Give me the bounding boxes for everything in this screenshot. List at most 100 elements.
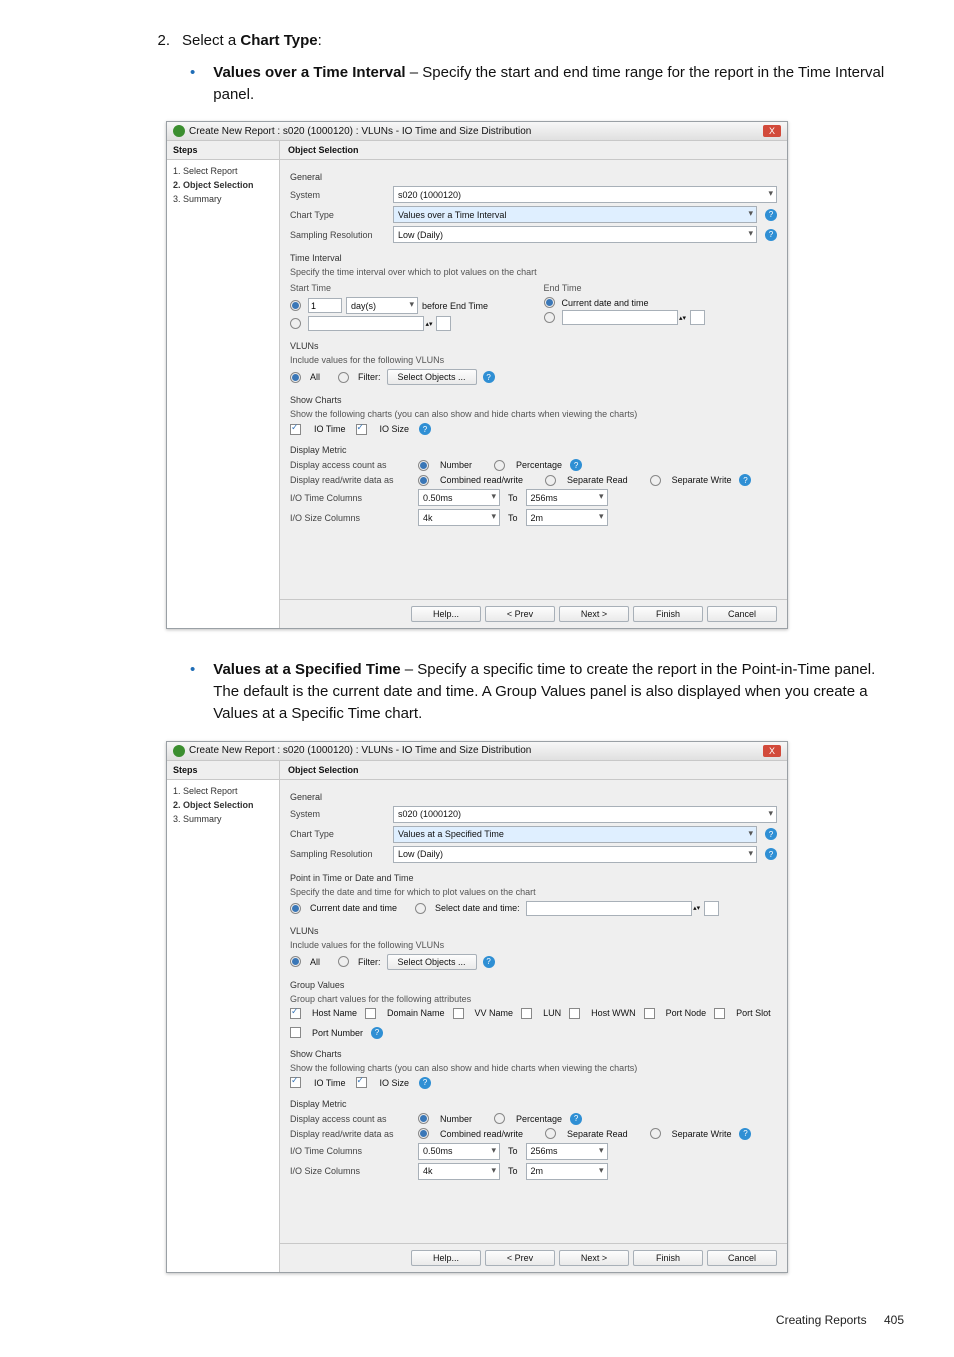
sep-write-radio[interactable]	[650, 475, 661, 486]
help-icon[interactable]: ?	[570, 459, 582, 471]
vluns-filter-radio[interactable]	[338, 956, 349, 967]
sampling-select[interactable]: Low (Daily)	[393, 846, 757, 863]
finish-button[interactable]: Finish	[633, 1250, 703, 1266]
io-time-to-select[interactable]: 256ms	[526, 1143, 608, 1160]
prev-button[interactable]: < Prev	[485, 606, 555, 622]
io-size-to-select[interactable]: 2m	[526, 509, 608, 526]
sep-read-radio[interactable]	[545, 1128, 556, 1139]
sampling-select[interactable]: Low (Daily)	[393, 226, 757, 243]
help-icon[interactable]: ?	[483, 956, 495, 968]
step-number: 2.	[150, 32, 170, 49]
calendar-icon[interactable]	[704, 901, 719, 916]
step-2[interactable]: 2. Object Selection	[173, 178, 273, 192]
combined-radio[interactable]	[418, 475, 429, 486]
percentage-radio[interactable]	[494, 1113, 505, 1124]
combined-radio[interactable]	[418, 1128, 429, 1139]
vluns-all-radio[interactable]	[290, 372, 301, 383]
percentage-radio[interactable]	[494, 460, 505, 471]
pit-select-radio[interactable]	[415, 903, 426, 914]
help-icon[interactable]: ?	[765, 229, 777, 241]
calendar-icon[interactable]	[690, 310, 705, 325]
step-1[interactable]: 1. Select Report	[173, 164, 273, 178]
chart-type-select[interactable]: Values over a Time Interval	[393, 206, 757, 223]
help-icon[interactable]: ?	[570, 1113, 582, 1125]
io-size-to-select[interactable]: 2m	[526, 1163, 608, 1180]
end-date-input[interactable]	[562, 310, 678, 325]
chart-type-select[interactable]: Values at a Specified Time	[393, 826, 757, 843]
vluns-all-radio[interactable]	[290, 956, 301, 967]
vluns-all-label: All	[310, 372, 320, 382]
help-icon[interactable]: ?	[419, 423, 431, 435]
access-count-label: Display access count as	[290, 1114, 410, 1124]
window-controls[interactable]: X	[763, 125, 781, 137]
help-icon[interactable]: ?	[765, 209, 777, 221]
calendar-icon[interactable]	[436, 316, 451, 331]
end-absolute-radio[interactable]	[544, 312, 555, 323]
footer-text: Creating Reports	[776, 1313, 867, 1327]
pit-current-radio[interactable]	[290, 903, 301, 914]
show-charts-desc: Show the following charts (you can also …	[290, 409, 777, 419]
step-3[interactable]: 3. Summary	[173, 812, 273, 826]
system-select[interactable]: s020 (1000120)	[393, 186, 777, 203]
window-controls[interactable]: X	[763, 745, 781, 757]
pit-date-input[interactable]	[526, 901, 692, 916]
end-current-radio[interactable]	[544, 297, 555, 308]
vluns-filter-radio[interactable]	[338, 372, 349, 383]
io-size-from-select[interactable]: 4k	[418, 1163, 500, 1180]
to-label: To	[508, 1146, 518, 1156]
io-size-check[interactable]	[356, 424, 367, 435]
select-objects-button[interactable]: Select Objects ...	[387, 954, 477, 970]
port-node-check[interactable]	[644, 1008, 655, 1019]
start-value-input[interactable]	[308, 298, 342, 313]
io-time-to-select[interactable]: 256ms	[526, 489, 608, 506]
finish-button[interactable]: Finish	[633, 606, 703, 622]
start-absolute-radio[interactable]	[290, 318, 301, 329]
step-1[interactable]: 1. Select Report	[173, 784, 273, 798]
domain-name-check[interactable]	[365, 1008, 376, 1019]
help-icon[interactable]: ?	[765, 828, 777, 840]
page-footer: Creating Reports 405	[50, 1313, 904, 1327]
prev-button[interactable]: < Prev	[485, 1250, 555, 1266]
port-slot-check[interactable]	[714, 1008, 725, 1019]
io-time-check[interactable]	[290, 424, 301, 435]
number-radio[interactable]	[418, 1113, 429, 1124]
step-3[interactable]: 3. Summary	[173, 192, 273, 206]
help-button[interactable]: Help...	[411, 1250, 481, 1266]
io-time-check[interactable]	[290, 1077, 301, 1088]
start-unit-select[interactable]: day(s)	[346, 297, 418, 314]
sep-read-radio[interactable]	[545, 475, 556, 486]
host-wwn-check[interactable]	[569, 1008, 580, 1019]
help-icon[interactable]: ?	[419, 1077, 431, 1089]
help-icon[interactable]: ?	[371, 1027, 383, 1039]
next-button[interactable]: Next >	[559, 606, 629, 622]
help-icon[interactable]: ?	[765, 848, 777, 860]
help-icon[interactable]: ?	[483, 371, 495, 383]
io-time-cols-label: I/O Time Columns	[290, 493, 410, 503]
io-size-check[interactable]	[356, 1077, 367, 1088]
next-button[interactable]: Next >	[559, 1250, 629, 1266]
cancel-button[interactable]: Cancel	[707, 606, 777, 622]
select-objects-button[interactable]: Select Objects ...	[387, 369, 477, 385]
help-button[interactable]: Help...	[411, 606, 481, 622]
io-size-from-select[interactable]: 4k	[418, 509, 500, 526]
io-time-from-select[interactable]: 0.50ms	[418, 489, 500, 506]
sep-write-radio[interactable]	[650, 1128, 661, 1139]
io-time-from-select[interactable]: 0.50ms	[418, 1143, 500, 1160]
lun-check[interactable]	[521, 1008, 532, 1019]
steps-header: Steps	[167, 761, 279, 780]
close-icon[interactable]: X	[763, 745, 781, 757]
help-icon[interactable]: ?	[739, 474, 751, 486]
close-icon[interactable]: X	[763, 125, 781, 137]
help-icon[interactable]: ?	[739, 1128, 751, 1140]
vv-name-check[interactable]	[453, 1008, 464, 1019]
host-name-check[interactable]	[290, 1008, 301, 1019]
cancel-button[interactable]: Cancel	[707, 1250, 777, 1266]
port-number-check[interactable]	[290, 1027, 301, 1038]
system-select[interactable]: s020 (1000120)	[393, 806, 777, 823]
chart-type-label: Chart Type	[290, 210, 385, 220]
number-radio[interactable]	[418, 460, 429, 471]
start-relative-radio[interactable]	[290, 300, 301, 311]
start-date-input[interactable]	[308, 316, 424, 331]
rw-label: Display read/write data as	[290, 475, 410, 485]
step-2[interactable]: 2. Object Selection	[173, 798, 273, 812]
